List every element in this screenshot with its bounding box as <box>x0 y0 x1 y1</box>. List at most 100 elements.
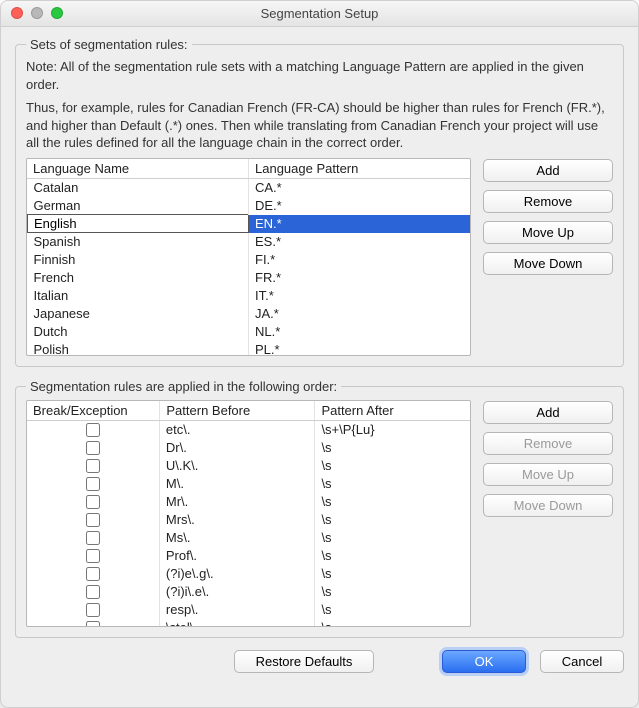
pattern-before-cell[interactable]: Mrs\. <box>160 511 315 529</box>
pattern-before-cell[interactable]: Dr\. <box>160 439 315 457</box>
table-row[interactable]: ItalianIT.* <box>28 287 470 305</box>
rule-sets-move-down-button[interactable]: Move Down <box>483 252 613 275</box>
table-row[interactable]: Mr\.\s <box>27 493 470 511</box>
break-exception-checkbox[interactable] <box>86 603 100 617</box>
rules-col-break[interactable]: Break/Exception <box>27 401 160 421</box>
rule-sets-scroll[interactable]: CatalanCA.*GermanDE.*EnglishEN.*SpanishE… <box>27 179 470 355</box>
rule-sets-table[interactable]: Language Name Language Pattern CatalanCA… <box>26 158 471 356</box>
pattern-after-cell[interactable]: \s <box>315 475 470 493</box>
zoom-icon[interactable] <box>51 7 63 19</box>
break-exception-cell[interactable] <box>27 511 160 529</box>
break-exception-checkbox[interactable] <box>86 423 100 437</box>
table-row[interactable]: M\.\s <box>27 475 470 493</box>
language-name-cell[interactable]: Italian <box>28 287 249 305</box>
table-row[interactable]: Ms\.\s <box>27 529 470 547</box>
break-exception-cell[interactable] <box>27 493 160 511</box>
language-pattern-cell[interactable]: CA.* <box>249 179 470 197</box>
break-exception-checkbox[interactable] <box>86 621 100 626</box>
break-exception-checkbox[interactable] <box>86 495 100 509</box>
ok-button[interactable]: OK <box>442 650 526 673</box>
table-row[interactable]: PolishPL.* <box>28 341 470 355</box>
break-exception-checkbox[interactable] <box>86 549 100 563</box>
pattern-after-cell[interactable]: \s+\P{Lu} <box>315 421 470 439</box>
break-exception-checkbox[interactable] <box>86 567 100 581</box>
break-exception-cell[interactable] <box>27 421 160 439</box>
language-name-cell[interactable]: Dutch <box>28 323 249 341</box>
table-row[interactable]: DutchNL.* <box>28 323 470 341</box>
pattern-after-cell[interactable]: \s <box>315 439 470 457</box>
pattern-after-cell[interactable]: \s <box>315 601 470 619</box>
break-exception-checkbox[interactable] <box>86 531 100 545</box>
rule-sets-add-button[interactable]: Add <box>483 159 613 182</box>
pattern-after-cell[interactable]: \s <box>315 547 470 565</box>
table-row[interactable]: U\.K\.\s <box>27 457 470 475</box>
rule-sets-remove-button[interactable]: Remove <box>483 190 613 213</box>
rules-add-button[interactable]: Add <box>483 401 613 424</box>
language-pattern-cell[interactable]: JA.* <box>249 305 470 323</box>
pattern-before-cell[interactable]: Mr\. <box>160 493 315 511</box>
language-name-cell[interactable]: German <box>28 197 249 215</box>
language-name-cell[interactable]: Japanese <box>28 305 249 323</box>
pattern-after-cell[interactable]: \s <box>315 511 470 529</box>
table-row[interactable]: Prof\.\s <box>27 547 470 565</box>
table-row[interactable]: Mrs\.\s <box>27 511 470 529</box>
cancel-button[interactable]: Cancel <box>540 650 624 673</box>
pattern-before-cell[interactable]: \stel\. <box>160 619 315 626</box>
break-exception-cell[interactable] <box>27 475 160 493</box>
break-exception-cell[interactable] <box>27 547 160 565</box>
pattern-after-cell[interactable]: \s <box>315 583 470 601</box>
table-row[interactable]: etc\.\s+\P{Lu} <box>27 421 470 439</box>
pattern-after-cell[interactable]: \s <box>315 457 470 475</box>
break-exception-checkbox[interactable] <box>86 513 100 527</box>
language-name-cell[interactable]: Spanish <box>28 233 249 251</box>
pattern-before-cell[interactable]: resp\. <box>160 601 315 619</box>
break-exception-cell[interactable] <box>27 619 160 626</box>
pattern-after-cell[interactable]: \s <box>315 619 470 626</box>
table-row[interactable]: resp\.\s <box>27 601 470 619</box>
table-row[interactable]: CatalanCA.* <box>28 179 470 197</box>
language-pattern-cell[interactable]: PL.* <box>249 341 470 355</box>
break-exception-cell[interactable] <box>27 529 160 547</box>
pattern-before-cell[interactable]: U\.K\. <box>160 457 315 475</box>
language-name-cell[interactable]: Polish <box>28 341 249 355</box>
pattern-before-cell[interactable]: Ms\. <box>160 529 315 547</box>
language-name-cell[interactable]: Finnish <box>28 251 249 269</box>
pattern-before-cell[interactable]: Prof\. <box>160 547 315 565</box>
table-row[interactable]: (?i)e\.g\.\s <box>27 565 470 583</box>
language-pattern-cell[interactable]: DE.* <box>249 197 470 215</box>
language-pattern-cell[interactable]: ES.* <box>249 233 470 251</box>
break-exception-cell[interactable] <box>27 457 160 475</box>
rule-sets-move-up-button[interactable]: Move Up <box>483 221 613 244</box>
break-exception-checkbox[interactable] <box>86 477 100 491</box>
table-row[interactable]: FrenchFR.* <box>28 269 470 287</box>
break-exception-checkbox[interactable] <box>86 585 100 599</box>
break-exception-cell[interactable] <box>27 601 160 619</box>
break-exception-cell[interactable] <box>27 583 160 601</box>
language-name-cell[interactable]: English <box>28 215 249 233</box>
rules-order-table[interactable]: Break/Exception Pattern Before Pattern A… <box>26 400 471 627</box>
rules-col-before[interactable]: Pattern Before <box>160 401 315 421</box>
language-pattern-cell[interactable]: FI.* <box>249 251 470 269</box>
language-pattern-cell[interactable]: NL.* <box>249 323 470 341</box>
language-name-cell[interactable]: Catalan <box>28 179 249 197</box>
table-row[interactable]: EnglishEN.* <box>28 215 470 233</box>
language-pattern-cell[interactable]: IT.* <box>249 287 470 305</box>
rule-sets-col-language-name[interactable]: Language Name <box>27 159 249 179</box>
pattern-after-cell[interactable]: \s <box>315 565 470 583</box>
pattern-before-cell[interactable]: etc\. <box>160 421 315 439</box>
pattern-after-cell[interactable]: \s <box>315 493 470 511</box>
language-pattern-cell[interactable]: EN.* <box>249 215 470 233</box>
rules-move-down-button[interactable]: Move Down <box>483 494 613 517</box>
language-name-cell[interactable]: French <box>28 269 249 287</box>
table-row[interactable]: FinnishFI.* <box>28 251 470 269</box>
break-exception-checkbox[interactable] <box>86 441 100 455</box>
table-row[interactable]: (?i)i\.e\.\s <box>27 583 470 601</box>
pattern-before-cell[interactable]: (?i)e\.g\. <box>160 565 315 583</box>
rules-remove-button[interactable]: Remove <box>483 432 613 455</box>
table-row[interactable]: \stel\.\s <box>27 619 470 626</box>
pattern-before-cell[interactable]: M\. <box>160 475 315 493</box>
rules-col-after[interactable]: Pattern After <box>315 401 470 421</box>
table-row[interactable]: GermanDE.* <box>28 197 470 215</box>
language-pattern-cell[interactable]: FR.* <box>249 269 470 287</box>
restore-defaults-button[interactable]: Restore Defaults <box>234 650 374 673</box>
